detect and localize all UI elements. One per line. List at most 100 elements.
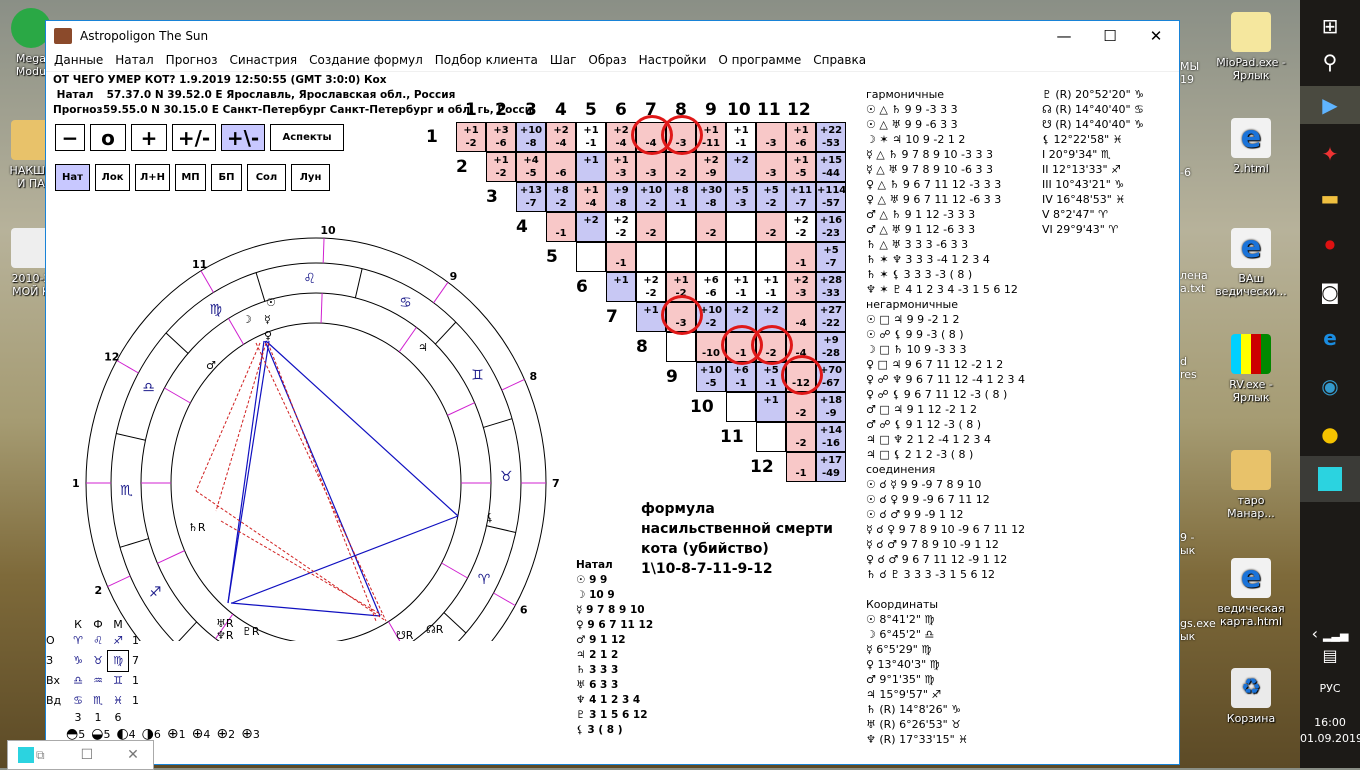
grid-cell[interactable]	[696, 242, 726, 272]
menu-item-3[interactable]: Синастрия	[224, 51, 304, 71]
grid-cell[interactable]: -2	[786, 392, 816, 422]
maximize-icon[interactable]: ☐	[81, 747, 94, 763]
grid-cell[interactable]: +8 -1	[666, 182, 696, 212]
desktop-icon-recycle-bin[interactable]: ♻ Корзина	[1212, 668, 1290, 725]
grid-cell[interactable]: +30 -8	[696, 182, 726, 212]
grid-cell[interactable]: -3	[636, 152, 666, 182]
grid-cell[interactable]: +10 -2	[636, 182, 666, 212]
menu-item-5[interactable]: Подбор клиента	[429, 51, 544, 71]
grid-cell[interactable]	[756, 242, 786, 272]
grid-cell[interactable]: -3	[756, 152, 786, 182]
grid-cell[interactable]: +8 -2	[546, 182, 576, 212]
grid-cell[interactable]: +15 -44	[816, 152, 846, 182]
title-bar[interactable]: Astropoligon The Sun — ☐ ✕	[46, 21, 1179, 51]
grid-cell[interactable]: +1 -2	[486, 152, 516, 182]
grid-cell[interactable]: -2	[636, 212, 666, 242]
grid-cell[interactable]: +5 -3	[726, 182, 756, 212]
grid-cell[interactable]: +27 -22	[816, 302, 846, 332]
grid-cell[interactable]: +1 -1	[726, 122, 756, 152]
grid-cell[interactable]: +2 -2	[636, 272, 666, 302]
desktop-icon-vedic[interactable]: e ведическая карта.html	[1212, 558, 1290, 628]
menu-item-2[interactable]: Прогноз	[160, 51, 224, 71]
grid-cell[interactable]: +18 -9	[816, 392, 846, 422]
grid-cell[interactable]	[726, 212, 756, 242]
grid-cell[interactable]: -3	[756, 122, 786, 152]
camera-icon[interactable]: ◙	[1300, 266, 1360, 318]
grid-cell[interactable]: +28 -33	[816, 272, 846, 302]
recorder-icon[interactable]: ●	[1300, 218, 1360, 270]
close-button[interactable]: ✕	[1133, 21, 1179, 51]
chart-type-button-3[interactable]: МП	[175, 164, 206, 191]
astropoligon-taskbar-icon[interactable]	[1300, 456, 1360, 502]
chart-type-button-5[interactable]: Сол	[247, 164, 286, 191]
filter-button-1[interactable]: o	[90, 124, 126, 151]
grid-cell[interactable]: +2 -4	[546, 122, 576, 152]
grid-cell[interactable]: +9 -8	[606, 182, 636, 212]
tray-expand-icon[interactable]: ‹ ▂▃▅	[1300, 624, 1360, 643]
grid-cell[interactable]	[666, 212, 696, 242]
grid-cell[interactable]: +1 -4	[576, 182, 606, 212]
chart-type-button-6[interactable]: Лун	[291, 164, 330, 191]
grid-cell[interactable]: +1 -6	[786, 122, 816, 152]
grid-cell[interactable]: +1	[606, 272, 636, 302]
grid-cell[interactable]: +5 -2	[756, 182, 786, 212]
grid-cell[interactable]: +6 -1	[726, 362, 756, 392]
chart-type-button-4[interactable]: БП	[211, 164, 242, 191]
grid-cell[interactable]: +17 -49	[816, 452, 846, 482]
menu-item-8[interactable]: Настройки	[633, 51, 713, 71]
filter-button-2[interactable]: +	[131, 124, 167, 151]
chart-type-button-1[interactable]: Лок	[95, 164, 130, 191]
grid-cell[interactable]: +22 -53	[816, 122, 846, 152]
clock-time[interactable]: 16:00	[1300, 716, 1360, 729]
grid-cell[interactable]: -2	[756, 212, 786, 242]
grid-cell[interactable]: -1	[546, 212, 576, 242]
grid-cell[interactable]: +1 -1	[756, 272, 786, 302]
grid-cell[interactable]: +13 -7	[516, 182, 546, 212]
grid-cell[interactable]: -2	[786, 422, 816, 452]
grid-cell[interactable]: +2 -2	[606, 212, 636, 242]
desktop-icon-taro[interactable]: таро Манар...	[1212, 450, 1290, 520]
menu-item-9[interactable]: О программе	[712, 51, 807, 71]
menu-item-1[interactable]: Натал	[109, 51, 159, 71]
grid-cell[interactable]: +3 -6	[486, 122, 516, 152]
search-icon[interactable]: ⚲	[1300, 36, 1360, 88]
clock-date[interactable]: 01.09.2019	[1300, 732, 1360, 745]
grid-cell[interactable]: +10 -5	[696, 362, 726, 392]
notification-icon[interactable]: ▤	[1300, 646, 1360, 665]
chart-type-button-0[interactable]: Нат	[55, 164, 90, 191]
filter-button-5[interactable]: Аспекты	[270, 124, 344, 151]
grid-cell[interactable]: +114 -57	[816, 182, 846, 212]
desktop-icon-vash[interactable]: e ВАш ведически...	[1212, 228, 1290, 298]
grid-cell[interactable]	[756, 422, 786, 452]
grid-cell[interactable]	[666, 242, 696, 272]
grid-cell[interactable]: +1 -1	[726, 272, 756, 302]
grid-cell[interactable]	[576, 242, 606, 272]
filter-button-0[interactable]: −	[55, 124, 85, 151]
grid-cell[interactable]: +6 -6	[696, 272, 726, 302]
grid-cell[interactable]: +5 -7	[816, 242, 846, 272]
grid-cell[interactable]: +2 -3	[786, 272, 816, 302]
grid-cell[interactable]: -1	[786, 452, 816, 482]
menu-item-4[interactable]: Создание формул	[303, 51, 429, 71]
menu-item-10[interactable]: Справка	[807, 51, 872, 71]
grid-cell[interactable]: +9 -28	[816, 332, 846, 362]
grid-cell[interactable]: +1 -1	[576, 122, 606, 152]
menu-item-0[interactable]: Данные	[48, 51, 109, 71]
restore-icon[interactable]: ⧉	[36, 748, 45, 763]
grid-cell[interactable]	[666, 332, 696, 362]
grid-cell[interactable]: +1 -2	[456, 122, 486, 152]
language-indicator[interactable]: РУС	[1300, 682, 1360, 695]
close-icon[interactable]: ✕	[127, 747, 139, 763]
grid-cell[interactable]: +16 -23	[816, 212, 846, 242]
minimize-button[interactable]: —	[1041, 21, 1087, 51]
maximize-button[interactable]: ☐	[1087, 21, 1133, 51]
grid-cell[interactable]: -4	[786, 302, 816, 332]
grid-cell[interactable]: +2	[576, 212, 606, 242]
grid-cell[interactable]	[726, 242, 756, 272]
filter-button-4[interactable]: +\-	[221, 124, 265, 151]
paint-icon[interactable]: ●	[1300, 408, 1360, 460]
grid-cell[interactable]: +1 -3	[606, 152, 636, 182]
edge-icon[interactable]: e	[1300, 312, 1360, 364]
desktop-icon-rv[interactable]: RV.exe - Ярлык	[1212, 334, 1290, 404]
astro-app-icon[interactable]: ◉	[1300, 360, 1360, 412]
